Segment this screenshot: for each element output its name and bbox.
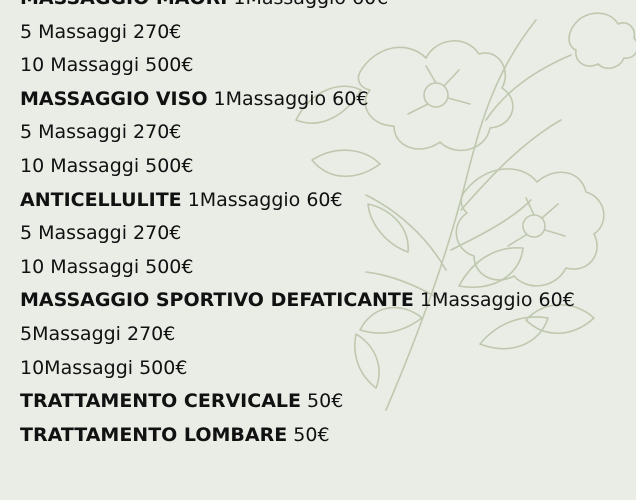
menu-line-sportivo: MASSAGGIO SPORTIVO DEFATICANTE 1Massaggi…	[20, 284, 620, 318]
price-text: 50€	[293, 423, 330, 446]
menu-line: 5 Massaggi 270€	[20, 116, 620, 150]
menu-line: 5 Massaggi 270€	[20, 16, 620, 50]
menu-line: 10 Massaggi 500€	[20, 251, 620, 285]
price-text: 5 Massaggi 270€	[20, 222, 182, 245]
price-text: 50€	[307, 390, 344, 413]
price-text: 1Massaggio 60€	[419, 289, 575, 312]
menu-line: 10 Massaggi 500€	[20, 150, 620, 184]
menu-line: 5 Massaggi 270€	[20, 217, 620, 251]
price-text: 1Massaggio 60€	[187, 188, 343, 211]
menu-line-viso: MASSAGGIO VISO 1Massaggio 60€	[20, 83, 620, 117]
menu-line-maori: MASSAGGIO MAORI 1Massaggio 60€	[20, 0, 620, 16]
price-text: 10 Massaggi 500€	[20, 154, 194, 177]
price-text: 1Massaggio 60€	[233, 0, 388, 9]
price-text: 10Massaggi 500€	[20, 356, 188, 379]
treatment-title: MASSAGGIO SPORTIVO DEFATICANTE	[20, 289, 414, 312]
price-text: 10 Massaggi 500€	[20, 255, 194, 278]
menu-line-lombare: TRATTAMENTO LOMBARE 50€	[20, 419, 620, 453]
price-text: 1Massaggio 60€	[213, 87, 369, 110]
price-text: 5 Massaggi 270€	[20, 20, 182, 43]
price-text: 5 Massaggi 270€	[20, 121, 182, 144]
menu-line-anticellulite: ANTICELLULITE 1Massaggio 60€	[20, 184, 620, 218]
menu-line: 5Massaggi 270€	[20, 318, 620, 352]
treatment-price-list: MASSAGGIO MAORI 1Massaggio 60€ 5 Massagg…	[20, 0, 620, 452]
menu-line: 10Massaggi 500€	[20, 352, 620, 386]
price-text: 5Massaggi 270€	[20, 322, 176, 345]
menu-line-cervicale: TRATTAMENTO CERVICALE 50€	[20, 385, 620, 419]
treatment-title: ANTICELLULITE	[20, 188, 182, 211]
treatment-title: MASSAGGIO VISO	[20, 87, 208, 110]
menu-line: 10 Massaggi 500€	[20, 49, 620, 83]
treatment-title: TRATTAMENTO CERVICALE	[20, 390, 301, 413]
price-text: 10 Massaggi 500€	[20, 54, 194, 77]
treatment-title: TRATTAMENTO LOMBARE	[20, 423, 288, 446]
treatment-title: MASSAGGIO MAORI	[20, 0, 227, 9]
